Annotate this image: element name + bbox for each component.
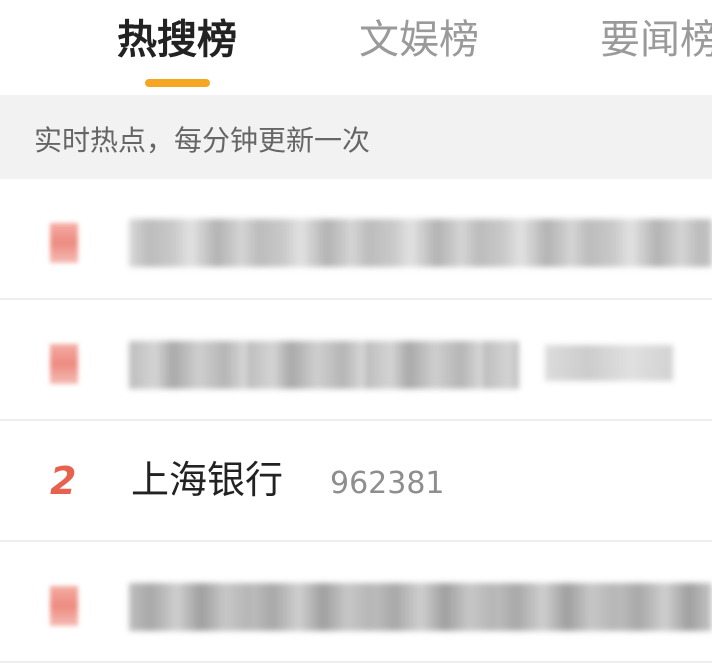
- tab-news[interactable]: 要闻榜: [600, 14, 712, 66]
- update-notice-bar: 实时热点，每分钟更新一次: [0, 95, 712, 179]
- rank-badge-obscured: [50, 223, 78, 263]
- heat-count: 962381: [330, 466, 445, 501]
- tab-entertainment[interactable]: 文娱榜: [359, 14, 479, 66]
- obscured-heat-count: [545, 345, 673, 381]
- rank-badge-obscured: [50, 586, 78, 626]
- obscured-title: [129, 341, 519, 389]
- obscured-title: [129, 583, 712, 631]
- obscured-title: [129, 219, 712, 267]
- list-item[interactable]: [0, 179, 712, 300]
- tab-bar: 热搜榜 文娱榜 要闻榜: [0, 0, 712, 95]
- update-notice-text: 实时热点，每分钟更新一次: [34, 124, 371, 157]
- list-item[interactable]: [0, 300, 712, 421]
- rank-badge-obscured: [50, 344, 78, 384]
- rank-number: 2: [50, 459, 77, 503]
- list-item[interactable]: [0, 542, 712, 663]
- hot-search-title[interactable]: 上海银行: [131, 455, 283, 505]
- active-tab-indicator: [145, 79, 210, 87]
- tab-hot-search[interactable]: 热搜榜: [117, 14, 237, 66]
- list-item[interactable]: 2 上海银行 962381: [0, 421, 712, 542]
